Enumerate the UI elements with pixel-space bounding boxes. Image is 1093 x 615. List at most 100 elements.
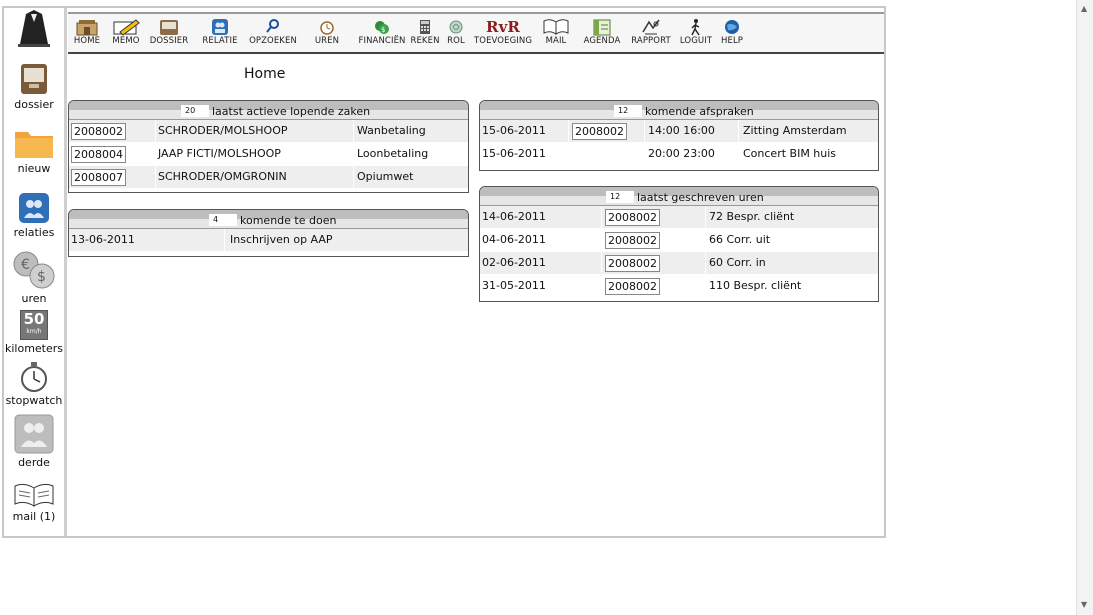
toolbar-opzoeken[interactable]: OPZOEKEN bbox=[248, 18, 298, 46]
count-input[interactable]: 20 bbox=[181, 105, 209, 117]
toolbar-label: HELP bbox=[720, 36, 744, 46]
appointment-description[interactable]: Zitting Amsterdam bbox=[743, 120, 847, 142]
sidebar-item-dossier[interactable]: dossier bbox=[4, 62, 64, 111]
sidebar-item-mail[interactable]: mail (1) bbox=[4, 482, 64, 523]
toolbar-rol[interactable]: ROL bbox=[444, 18, 468, 46]
speed-sign-number: 50 bbox=[23, 310, 45, 328]
report-icon bbox=[642, 19, 660, 35]
table-row: 02-06-2011 2008002 60 Corr. in bbox=[480, 252, 878, 275]
hours-date: 14-06-2011 bbox=[482, 210, 546, 223]
sidebar-item-nieuw[interactable]: nieuw bbox=[4, 128, 64, 175]
toolbar-reken[interactable]: REKEN bbox=[410, 18, 440, 46]
rol-icon bbox=[449, 20, 463, 34]
appointment-description[interactable]: Concert BIM huis bbox=[743, 143, 836, 165]
vertical-scrollbar[interactable]: ▲ ▼ bbox=[1076, 0, 1093, 615]
hours-date: 02-06-2011 bbox=[482, 256, 546, 269]
case-number-link[interactable]: 2008002 bbox=[572, 123, 627, 140]
table-row: 2008002 SCHRODER/MOLSHOOP Wanbetaling bbox=[69, 120, 468, 143]
toolbar-mail[interactable]: MAIL bbox=[540, 18, 572, 46]
case-number-link[interactable]: 2008002 bbox=[605, 232, 660, 249]
panel-header: 12 komende afspraken bbox=[480, 101, 878, 120]
scroll-up-arrow-icon[interactable]: ▲ bbox=[1081, 4, 1087, 13]
toolbar-rapport[interactable]: RAPPORT bbox=[628, 18, 674, 46]
hours-date: 04-06-2011 bbox=[482, 233, 546, 246]
lawyer-logo bbox=[4, 10, 64, 48]
dossier-icon bbox=[160, 20, 178, 35]
hours-description[interactable]: 66 Corr. uit bbox=[709, 229, 770, 251]
toolbar-loguit[interactable]: LOGUIT bbox=[678, 18, 714, 46]
case-name: JAAP FICTI/MOLSHOOP bbox=[158, 147, 281, 160]
toolbar-label: UREN bbox=[314, 36, 340, 46]
toolbar-label: DOSSIER bbox=[149, 36, 189, 46]
mail-icon bbox=[543, 19, 569, 35]
open-book-icon bbox=[14, 483, 54, 507]
relatie-icon bbox=[212, 19, 228, 35]
sidebar-item-stopwatch[interactable]: stopwatch bbox=[4, 362, 64, 407]
count-input[interactable]: 12 bbox=[614, 105, 642, 117]
case-number-link[interactable]: 2008002 bbox=[605, 255, 660, 272]
panel-title: komende te doen bbox=[240, 214, 337, 227]
case-number-link[interactable]: 2008007 bbox=[71, 169, 126, 186]
sidebar-item-relaties[interactable]: relaties bbox=[4, 192, 64, 239]
panel-header: 12 laatst geschreven uren bbox=[480, 187, 878, 206]
memo-icon bbox=[113, 19, 140, 36]
toolbar-help[interactable]: HELP bbox=[718, 18, 746, 46]
toolbar-toevoeging[interactable]: RvR TOEVOEGING bbox=[472, 18, 534, 46]
toolbar-financien[interactable]: $ FINANCIËN bbox=[356, 18, 408, 46]
stopwatch-icon bbox=[21, 362, 47, 392]
panel-header: 4 komende te doen bbox=[69, 210, 468, 229]
case-name: SCHRODER/OMGRONIN bbox=[158, 170, 287, 183]
svg-text:$: $ bbox=[381, 26, 386, 34]
third-party-icon bbox=[14, 414, 54, 454]
table-row: 04-06-2011 2008002 66 Corr. uit bbox=[480, 229, 878, 252]
todo-text[interactable]: Inschrijven op AAP bbox=[230, 229, 333, 251]
count-input[interactable]: 4 bbox=[209, 214, 237, 226]
toolbar-agenda[interactable]: AGENDA bbox=[580, 18, 624, 46]
panel-header: 20 laatst actieve lopende zaken bbox=[69, 101, 468, 120]
dossier-icon bbox=[21, 64, 47, 94]
money-icon: € $ bbox=[13, 251, 55, 289]
toolbar-label: AGENDA bbox=[583, 36, 621, 46]
toolbar-label: FINANCIËN bbox=[358, 36, 406, 46]
sidebar-item-kilometers[interactable]: 50 km/h kilometers bbox=[4, 310, 64, 355]
help-icon bbox=[725, 20, 739, 34]
hours-description[interactable]: 60 Corr. in bbox=[709, 252, 766, 274]
count-input[interactable]: 12 bbox=[606, 191, 634, 203]
case-number-link[interactable]: 2008002 bbox=[605, 209, 660, 226]
sidebar-item-label: derde bbox=[18, 456, 50, 469]
clock-icon bbox=[320, 21, 334, 35]
case-subject: Loonbetaling bbox=[357, 147, 429, 160]
toolbar-memo[interactable]: MEMO bbox=[110, 18, 142, 46]
sidebar-item-label: mail (1) bbox=[12, 510, 56, 523]
hours-description[interactable]: 110 Bespr. cliënt bbox=[709, 275, 801, 297]
toolbar-home[interactable]: HOME bbox=[70, 18, 104, 46]
table-row: 31-05-2011 2008002 110 Bespr. cliënt bbox=[480, 275, 878, 298]
toolbar-label: OPZOEKEN bbox=[249, 36, 297, 46]
appointment-date: 15-06-2011 bbox=[482, 124, 546, 137]
appointment-time: 20:00 23:00 bbox=[648, 147, 715, 160]
sidebar-item-label: kilometers bbox=[4, 342, 64, 355]
table-row: 13-06-2011 Inschrijven op AAP bbox=[69, 229, 468, 252]
case-subject: Wanbetaling bbox=[357, 124, 426, 137]
table-row: 15-06-2011 20:00 23:00 Concert BIM huis bbox=[480, 143, 878, 166]
toolbar-label: RELATIE bbox=[202, 36, 238, 46]
toolbar-label: MEMO bbox=[112, 36, 140, 46]
case-number-link[interactable]: 2008002 bbox=[71, 123, 126, 140]
toolbar-uren[interactable]: UREN bbox=[312, 18, 342, 46]
case-number-link[interactable]: 2008004 bbox=[71, 146, 126, 163]
toolbar-dossier[interactable]: DOSSIER bbox=[148, 18, 190, 46]
sidebar-item-uren[interactable]: € $ uren bbox=[4, 250, 64, 305]
panel-upcoming-appointments: 12 komende afspraken 15-06-2011 2008002 … bbox=[479, 100, 879, 171]
toolbar-relatie[interactable]: RELATIE bbox=[200, 18, 240, 46]
panel-title: laatst geschreven uren bbox=[637, 191, 764, 204]
sidebar-item-derde[interactable]: derde bbox=[4, 414, 64, 469]
scroll-down-arrow-icon[interactable]: ▼ bbox=[1081, 600, 1087, 609]
case-number-link[interactable]: 2008002 bbox=[605, 278, 660, 295]
app-frame: dossier nieuw relaties € $ uren 50 km/h … bbox=[2, 6, 886, 538]
sidebar-item-label: nieuw bbox=[17, 162, 51, 175]
sidebar-item-label: stopwatch bbox=[5, 394, 63, 407]
rvr-logo-icon: RvR bbox=[486, 18, 520, 36]
table-row: 14-06-2011 2008002 72 Bespr. cliënt bbox=[480, 206, 878, 229]
sidebar-item-label: dossier bbox=[14, 98, 54, 111]
hours-description[interactable]: 72 Bespr. cliënt bbox=[709, 206, 794, 228]
